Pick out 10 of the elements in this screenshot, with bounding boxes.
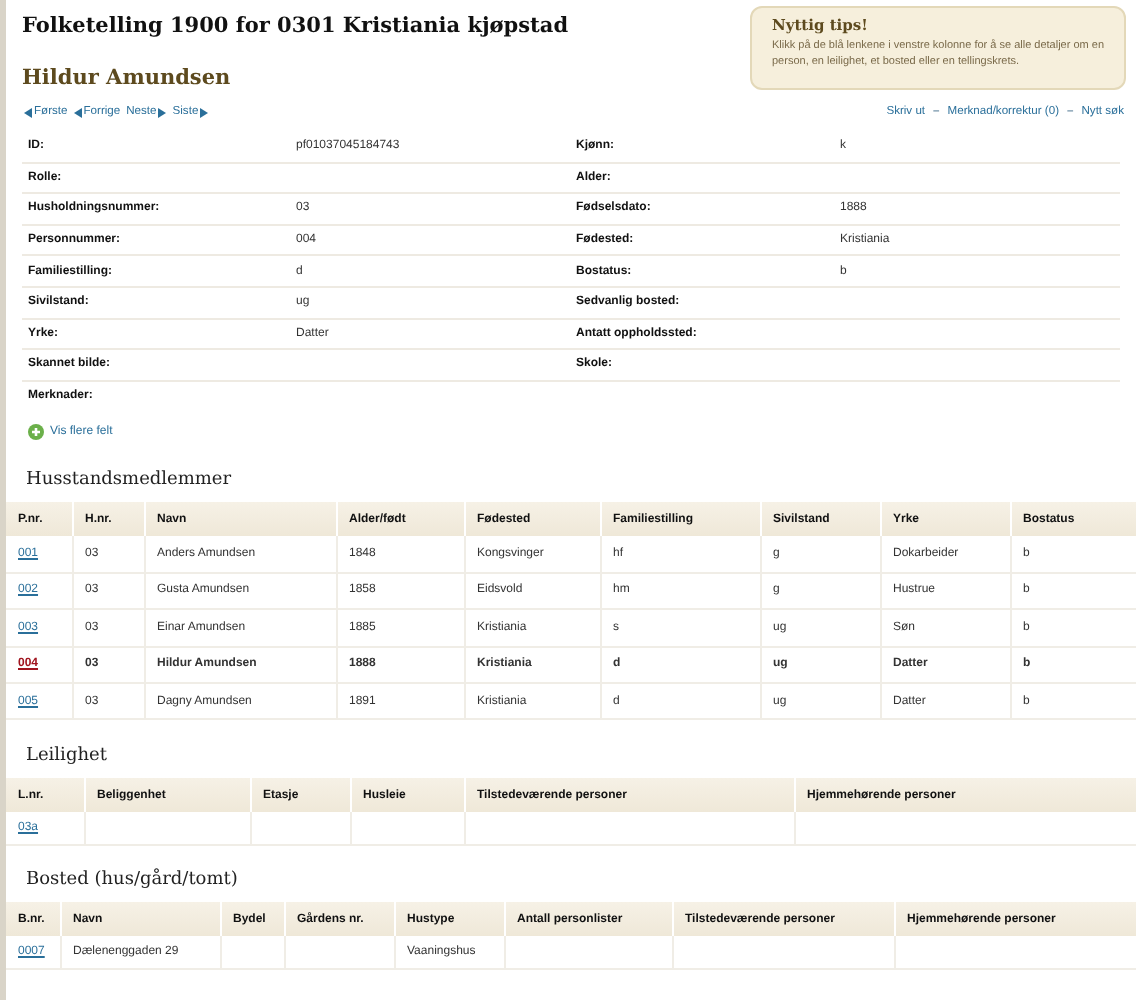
plus-icon (28, 424, 44, 441)
section-title: Husstandsmedlemmer (26, 470, 234, 491)
right-arrow-icon (200, 107, 209, 117)
person-name: Hildur Amundsen (22, 66, 233, 90)
section-title: Bosted (hus/gård/tomt) (26, 870, 240, 891)
section-title: Leilighet (26, 746, 109, 767)
right-arrow-icon (158, 107, 167, 117)
page-title: Folketelling 1900 for 0301 Kristiania kjøpstad (22, 14, 569, 38)
left-arrow-icon (73, 107, 82, 117)
left-arrow-icon (24, 107, 32, 117)
